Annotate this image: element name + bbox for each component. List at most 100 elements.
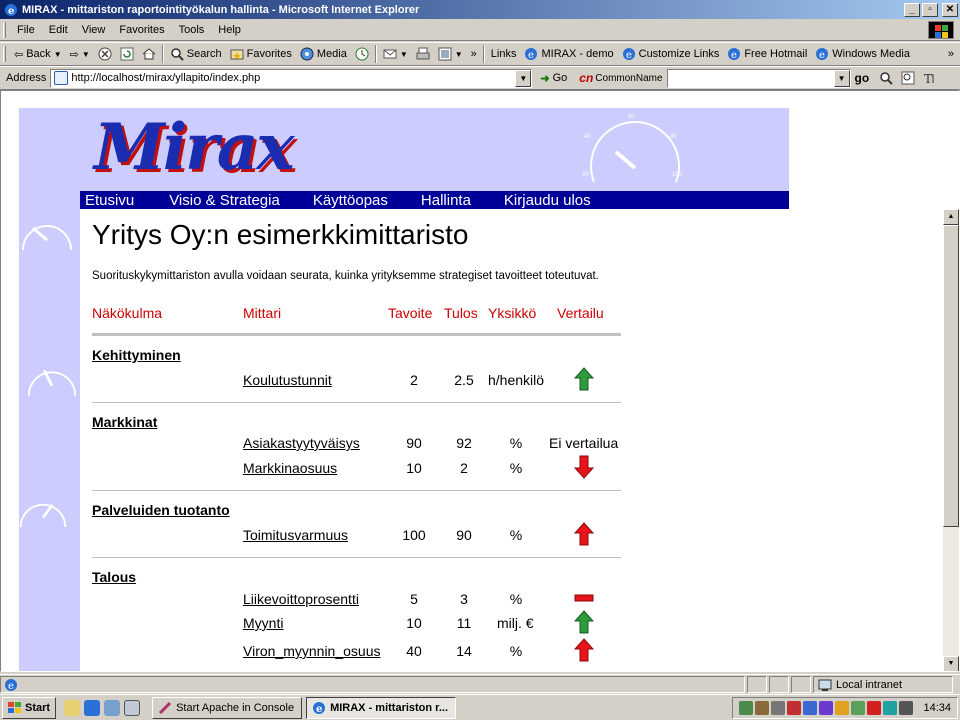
unit-value: h/henkilö — [488, 372, 545, 388]
print-button[interactable] — [412, 47, 434, 61]
svg-text:T: T — [924, 72, 932, 85]
back-button[interactable]: ⇦ Back ▼ — [10, 48, 66, 61]
commonname-dropdown-button[interactable]: ▼ — [833, 69, 850, 87]
forward-arrow-icon: ⇨ — [69, 48, 79, 61]
commonname-zoom-button[interactable] — [897, 71, 919, 85]
task-mirax-ie[interactable]: e MIRAX - mittariston r... — [306, 696, 457, 719]
toolbar-grip — [3, 21, 6, 38]
result-value: 2 — [460, 460, 468, 476]
vertical-scrollbar[interactable]: ▲ ▼ — [943, 209, 959, 671]
start-label: Start — [25, 701, 51, 714]
nav-etusivu[interactable]: Etusivu — [80, 192, 134, 209]
svg-text:e: e — [528, 50, 534, 61]
address-url: http://localhost/mirax/yllapito/index.ph… — [71, 72, 261, 84]
commonname-text-button[interactable]: T — [919, 71, 941, 85]
media-label: Media — [316, 48, 347, 60]
nav-visio-strategia[interactable]: Visio & Strategia — [164, 192, 280, 209]
tray-icon[interactable] — [755, 701, 770, 715]
tray-icon[interactable] — [803, 701, 818, 715]
tray-icon[interactable] — [899, 701, 914, 715]
tray-network-icon[interactable] — [739, 701, 754, 715]
media-button[interactable]: Media — [296, 47, 351, 61]
gauge-tick-label: 60 — [628, 114, 635, 120]
commonname-go-button[interactable]: go — [855, 71, 870, 85]
quick-launch-icon[interactable] — [64, 699, 81, 716]
ie-page-icon: e — [525, 48, 538, 61]
page-viewport: Mirax 20 40 60 80 100 Etusivu Visio & St… — [0, 90, 960, 672]
metric-link[interactable]: Viron_myynnin_osuus — [243, 643, 381, 659]
edit-button[interactable]: ▼ — [434, 47, 467, 61]
gauge-tick-label: 20 — [582, 172, 589, 178]
commonname-search-button[interactable] — [875, 71, 897, 85]
left-decor-sidebar — [19, 108, 80, 671]
metric-link[interactable]: Toimitusvarmuus — [243, 527, 348, 543]
gauge-icon — [22, 225, 72, 251]
address-input[interactable]: http://localhost/mirax/yllapito/index.ph… — [50, 68, 533, 88]
forward-button[interactable]: ⇨ ▼ — [66, 48, 94, 61]
scroll-thumb[interactable] — [943, 225, 959, 527]
toolbar-overflow-chevron[interactable]: » — [467, 48, 481, 60]
go-button[interactable]: ➜ Go — [532, 72, 575, 85]
menu-favorites[interactable]: Favorites — [112, 24, 171, 36]
menu-help[interactable]: Help — [211, 24, 248, 36]
tray-icon[interactable] — [787, 701, 802, 715]
address-dropdown-button[interactable]: ▼ — [515, 69, 532, 87]
dropdown-arrow-icon: ▼ — [399, 49, 408, 59]
maximize-button[interactable]: ▫ — [922, 2, 938, 17]
menu-file[interactable]: File — [10, 24, 42, 36]
taskbar-clock: 14:34 — [923, 702, 951, 714]
favorites-button[interactable]: Favorites — [226, 47, 296, 61]
quick-launch-ie-icon[interactable] — [84, 699, 101, 716]
scroll-up-button[interactable]: ▲ — [943, 209, 959, 225]
back-arrow-icon: ⇦ — [14, 48, 24, 61]
comparison-text: Ei vertailua — [549, 435, 619, 451]
row-divider — [92, 490, 621, 491]
trend-down-red-icon — [574, 455, 594, 479]
tray-icon[interactable] — [883, 701, 898, 715]
page-icon — [54, 71, 69, 85]
nav-hallinta[interactable]: Hallinta — [416, 192, 471, 209]
link-windows-media[interactable]: e Windows Media — [811, 47, 914, 61]
search-label: Search — [186, 48, 222, 60]
metric-link[interactable]: Markkinaosuus — [243, 460, 337, 476]
tray-icon[interactable] — [819, 701, 834, 715]
group-kehittyminen: Kehittyminen — [92, 347, 181, 363]
search-button[interactable]: Search — [166, 47, 226, 61]
task-label: MIRAX - mittariston r... — [330, 701, 449, 714]
links-overflow-chevron[interactable]: » — [944, 48, 958, 60]
task-apache-console[interactable]: Start Apache in Console — [152, 696, 303, 719]
link-free-hotmail[interactable]: e Free Hotmail — [723, 47, 811, 61]
address-label: Address — [6, 72, 47, 84]
metric-link[interactable]: Liikevoittoprosentti — [243, 591, 359, 607]
link-mirax-demo[interactable]: e MIRAX - demo — [520, 47, 617, 61]
ie-icon: e — [313, 701, 326, 715]
tray-icon[interactable] — [851, 701, 866, 715]
nav-kirjaudu-ulos[interactable]: Kirjaudu ulos — [499, 192, 591, 209]
home-button[interactable] — [138, 47, 160, 61]
close-button[interactable]: ✕ — [942, 2, 958, 17]
minimize-button[interactable]: _ — [904, 2, 920, 17]
stop-button[interactable] — [94, 47, 116, 61]
quick-launch-icon[interactable] — [104, 699, 121, 716]
metric-link[interactable]: Asiakastyytyväisys — [243, 435, 360, 451]
mail-button[interactable]: ▼ — [379, 47, 412, 61]
windows-flag-icon — [8, 701, 22, 714]
show-desktop-icon[interactable] — [124, 699, 141, 716]
unit-value: % — [509, 643, 523, 659]
nav-kayttoopas[interactable]: Käyttöopas — [308, 192, 388, 209]
metric-link[interactable]: Myynti — [243, 615, 283, 631]
tray-icon[interactable] — [835, 701, 850, 715]
link-customize-links[interactable]: e Customize Links — [618, 47, 724, 61]
menu-edit[interactable]: Edit — [42, 24, 75, 36]
metric-link[interactable]: Koulutustunnit — [243, 372, 332, 388]
refresh-button[interactable] — [116, 47, 138, 61]
history-button[interactable] — [351, 47, 373, 61]
menu-view[interactable]: View — [75, 24, 113, 36]
scroll-down-button[interactable]: ▼ — [943, 656, 959, 671]
menu-tools[interactable]: Tools — [172, 24, 212, 36]
start-button[interactable]: Start — [2, 696, 57, 719]
tray-icon[interactable] — [867, 701, 882, 715]
trend-up-green-icon — [574, 610, 594, 634]
commonname-input[interactable]: ▼ — [666, 68, 851, 88]
tray-volume-icon[interactable] — [771, 701, 786, 715]
